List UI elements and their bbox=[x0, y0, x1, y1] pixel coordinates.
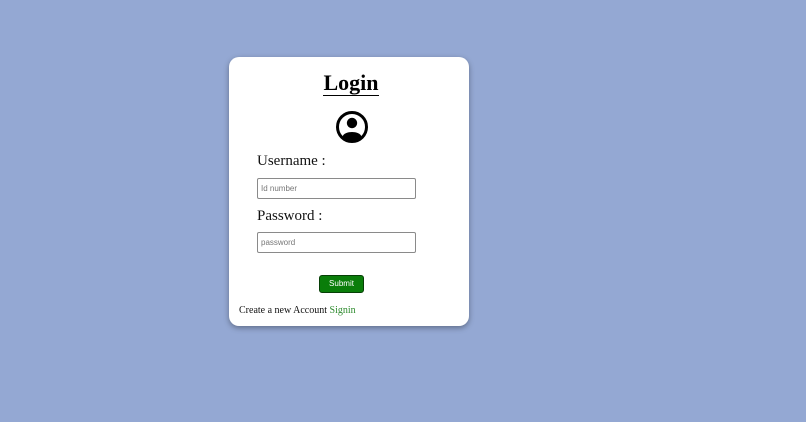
signin-link[interactable]: Signin bbox=[330, 305, 356, 316]
password-input[interactable] bbox=[257, 232, 416, 253]
login-title: Login bbox=[229, 70, 473, 96]
login-title-text: Login bbox=[323, 70, 379, 96]
username-input[interactable] bbox=[257, 178, 416, 199]
create-account-text: Create a new Account bbox=[239, 305, 328, 316]
create-account-line: Create a new Account Signin bbox=[239, 305, 356, 316]
password-label: Password : bbox=[257, 208, 323, 224]
login-card: Login Username : Password : Submit Creat… bbox=[229, 57, 469, 326]
username-label: Username : bbox=[257, 153, 326, 169]
user-circle-icon bbox=[336, 111, 368, 143]
submit-button[interactable]: Submit bbox=[319, 275, 364, 293]
